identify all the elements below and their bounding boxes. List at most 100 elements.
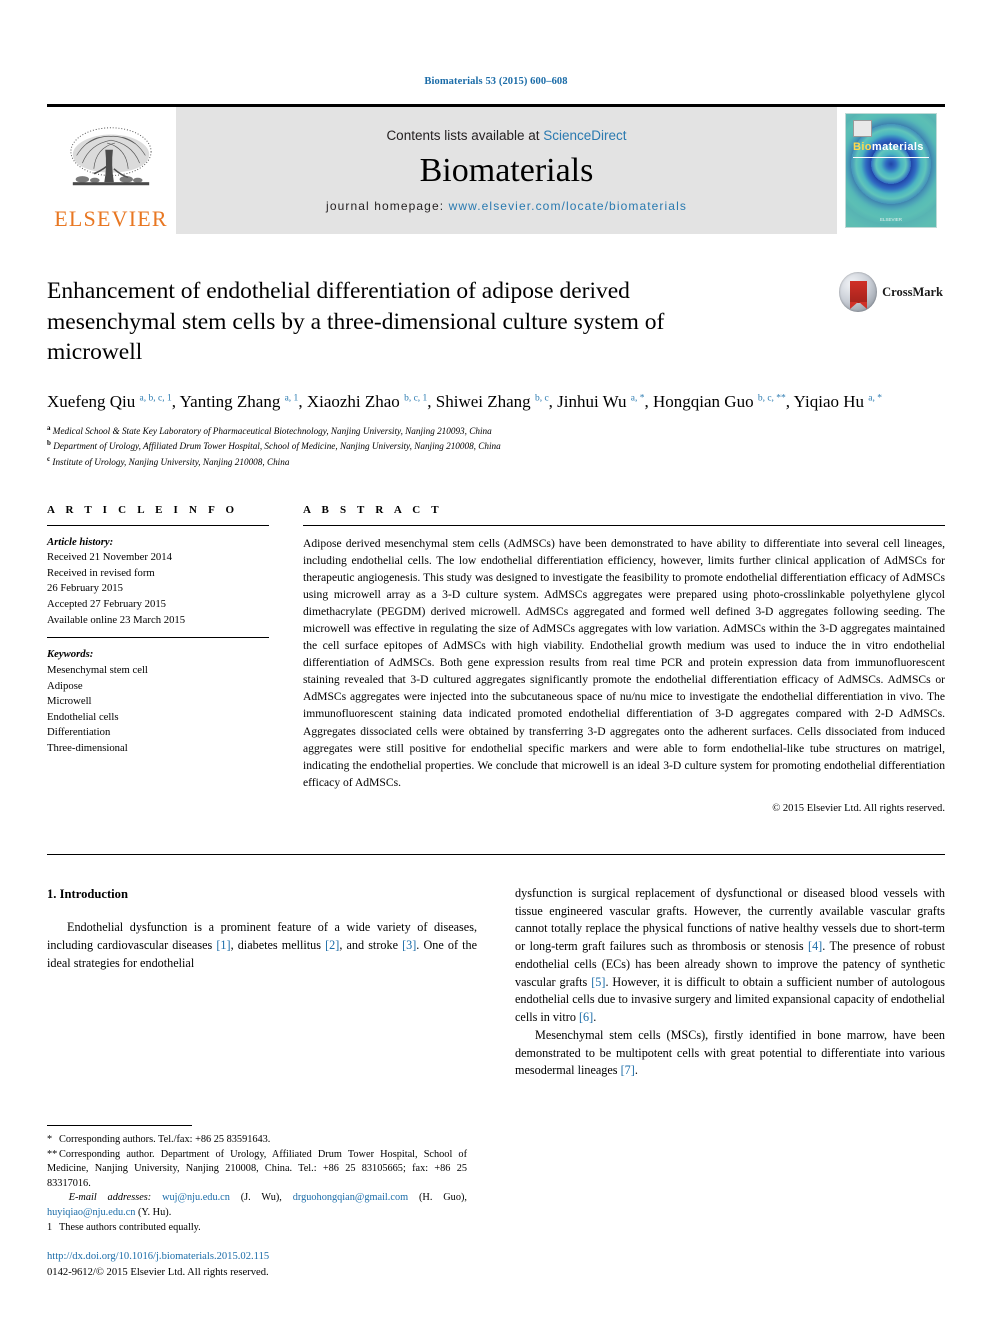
keyword-item: Adipose xyxy=(47,679,83,692)
info-abstract-row: A R T I C L E I N F O Article history: R… xyxy=(47,504,945,814)
journal-article-page: Biomaterials 53 (2015) 600–608 ELSEVIER … xyxy=(0,0,992,1323)
affiliation-item: a Medical School & State Key Laboratory … xyxy=(47,423,492,436)
abstract-text: Adipose derived mesenchymal stem cells (… xyxy=(303,536,945,789)
email-link[interactable]: wuj@nju.edu.cn xyxy=(162,1192,230,1203)
cover-publisher: ELSEVIER xyxy=(879,217,902,222)
keyword-items: Mesenchymal stem cell Adipose Microwell End… xyxy=(47,663,269,757)
affiliation-item: b Department of Urology, Affiliated Drum… xyxy=(47,439,501,452)
title-block: Enhancement of endothelial differentiati… xyxy=(47,272,945,368)
article-history-item: Accepted 27 February 2015 xyxy=(47,598,167,610)
email-link[interactable]: huyiqiao@nju.edu.cn xyxy=(47,1207,135,1218)
doi-link[interactable]: http://dx.doi.org/10.1016/j.biomaterials… xyxy=(47,1251,269,1262)
article-info-divider xyxy=(47,524,269,526)
citation-link[interactable]: [2] xyxy=(325,938,339,952)
affiliation-item: c Institute of Urology, Nanjing Universi… xyxy=(47,454,290,467)
elsevier-wordmark: ELSEVIER xyxy=(54,206,168,231)
affiliation-mark: c xyxy=(47,454,51,463)
section-heading-introduction: 1. Introduction xyxy=(47,885,477,903)
abstract-heading: A B S T R A C T xyxy=(303,503,443,516)
cover-rule xyxy=(853,157,929,158)
footnote-text-3: These authors contributed equally. xyxy=(59,1221,201,1233)
citation-link[interactable]: [6] xyxy=(579,1010,593,1024)
article-info-column: A R T I C L E I N F O Article history: R… xyxy=(47,504,269,814)
author-affiliation-marks: b, c xyxy=(534,392,549,403)
abstract-divider xyxy=(303,524,945,526)
author-name: Yanting Zhang xyxy=(179,391,285,411)
article-history-item: 26 February 2015 xyxy=(47,582,123,595)
abstract-column: A B S T R A C T Adipose derived mesenchy… xyxy=(303,504,945,814)
footnote-text-2: Corresponding author. Department of Urol… xyxy=(47,1148,467,1189)
citation-link[interactable]: [1] xyxy=(216,938,230,952)
section-number: 1. xyxy=(47,886,57,901)
footnote-emails: E-mail addresses: wuj@nju.edu.cn (J. Wu)… xyxy=(47,1191,467,1220)
masthead-center: Contents lists available at ScienceDirec… xyxy=(175,107,837,234)
intro-paragraph-right-2: Mesenchymal stem cells (MSCs), firstly i… xyxy=(515,1027,945,1078)
body-column-left: 1. Introduction Endothelial dysfunction … xyxy=(47,885,477,1080)
journal-homepage-link[interactable]: www.elsevier.com/locate/biomaterials xyxy=(449,199,687,213)
author-name: Xuefeng Qiu xyxy=(47,391,140,411)
running-head: Biomaterials 53 (2015) 600–608 xyxy=(424,76,568,87)
page-title: Enhancement of endothelial differentiati… xyxy=(47,278,665,366)
author-list: Xuefeng Qiu a, b, c, 1, Yanting Zhang a,… xyxy=(47,391,882,411)
keyword-item: Differentiation xyxy=(47,726,111,739)
article-history-item: Received in revised form xyxy=(47,566,155,579)
crossmark-book-shape xyxy=(849,281,867,309)
intro-paragraph-right-1: dysfunction is surgical replacement of d… xyxy=(515,885,945,1025)
journal-masthead: ELSEVIER Contents lists available at Sci… xyxy=(47,104,945,234)
crossmark-label: CrossMark xyxy=(882,284,943,299)
footnote-divider xyxy=(47,1124,192,1126)
keywords-block: Keywords: Mesenchymal stem cell Adipose Mi… xyxy=(47,647,269,756)
cover-title: Biomaterials xyxy=(853,141,924,153)
journal-homepage-line: journal homepage: www.elsevier.com/locat… xyxy=(326,199,687,213)
cover-title-materials: materials xyxy=(871,141,924,153)
citation-link[interactable]: [5] xyxy=(591,975,605,989)
homepage-prefix: journal homepage: xyxy=(326,199,449,213)
keywords-divider xyxy=(47,637,269,639)
author-affiliation-marks: b, c, ** xyxy=(757,392,786,403)
doi-block: http://dx.doi.org/10.1016/j.biomaterials… xyxy=(47,1249,467,1281)
section-title: Introduction xyxy=(59,886,128,901)
citation-link[interactable]: [4] xyxy=(808,939,822,953)
article-info-heading: A R T I C L E I N F O xyxy=(47,503,239,516)
footnote-mark-2: ** xyxy=(47,1148,58,1160)
footnote-mark-3: 1 xyxy=(47,1221,53,1233)
affiliation-mark: a xyxy=(47,423,51,432)
author-name: Hongqian Guo xyxy=(653,391,758,411)
footnote-corresponding-2: ** Corresponding author. Department of Ur… xyxy=(47,1148,467,1192)
footnote-mark-1: * xyxy=(47,1133,53,1145)
sciencedirect-link[interactable]: ScienceDirect xyxy=(543,128,626,143)
keyword-item: Endothelial cells xyxy=(47,710,119,723)
footnote-equal-contribution: 1 These authors contributed equally. xyxy=(47,1221,467,1236)
keyword-item: Three-dimensional xyxy=(47,742,128,754)
keyword-item: Microwell xyxy=(47,695,92,708)
abstract-copyright: © 2015 Elsevier Ltd. All rights reserved… xyxy=(772,802,945,814)
body-columns: 1. Introduction Endothelial dysfunction … xyxy=(47,885,945,1080)
keywords-label: Keywords: xyxy=(47,648,94,661)
citation-link[interactable]: [7] xyxy=(621,1063,635,1077)
author-affiliation-marks: a, 1 xyxy=(284,392,299,403)
email-link[interactable]: drguohongqian@gmail.com xyxy=(293,1192,408,1203)
cover-corner-badge-icon xyxy=(853,120,872,137)
footnote-block: * Corresponding authors. Tel./fax: +86 25… xyxy=(47,1124,467,1281)
article-history-item: Received 21 November 2014 xyxy=(47,551,172,564)
footnote-text-1: Corresponding authors. Tel./fax: +86 25 … xyxy=(59,1133,271,1145)
author-affiliation-marks: a, b, c, 1 xyxy=(139,392,172,403)
cover-title-bio: Bio xyxy=(853,141,872,153)
article-history: Article history: Received 21 November 20… xyxy=(47,535,269,629)
email-label: E-mail addresses: xyxy=(68,1192,152,1204)
intro-paragraph-left: Endothelial dysfunction is a prominent f… xyxy=(47,920,477,970)
crossmark-badge[interactable]: CrossMark xyxy=(839,272,943,312)
contents-prefix: Contents lists available at xyxy=(386,128,544,143)
article-history-label: Article history: xyxy=(47,535,114,548)
author-affiliation-marks: a, * xyxy=(630,392,645,403)
issn-copyright: 0142-9612/© 2015 Elsevier Ltd. All right… xyxy=(47,1267,269,1279)
author-affiliation-marks: a, * xyxy=(868,392,882,403)
article-history-item: Available online 23 March 2015 xyxy=(47,613,186,626)
footnote-corresponding-1: * Corresponding authors. Tel./fax: +86 25… xyxy=(47,1133,467,1148)
author-name: Yiqiao Hu xyxy=(793,391,869,411)
affiliation-mark: b xyxy=(47,439,51,448)
elsevier-tree-icon xyxy=(70,127,152,186)
author-name: Shiwei Zhang xyxy=(435,391,535,411)
citation-link[interactable]: [3] xyxy=(402,938,416,952)
affiliation-list: a Medical School & State Key Laboratory … xyxy=(47,423,945,470)
